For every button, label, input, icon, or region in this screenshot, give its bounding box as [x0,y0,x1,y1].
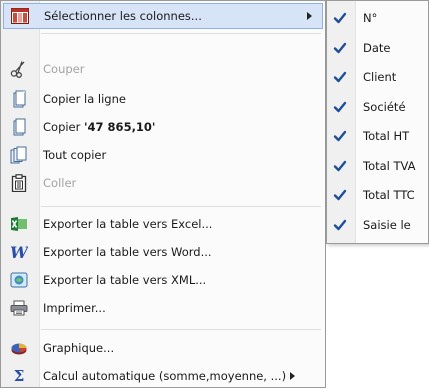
context-menu: Sélectionner les colonnes... Couper Copi… [0,0,326,388]
word-icon: W [9,243,29,261]
copy-icon [9,90,29,108]
columns-icon [10,7,30,25]
menu-item-label: Copier la ligne [43,92,126,106]
submenu-item-label: Total HT [363,129,410,143]
checkmark-icon [333,218,347,232]
checkmark-icon [333,70,347,84]
checkmark-icon [333,188,347,202]
menu-item-cut[interactable]: Couper [1,56,325,82]
menu-item-label: Exporter la table vers Word... [43,245,212,259]
copy-value-text: '47 865,10' [84,120,156,134]
submenu-item-column[interactable]: Total HT [327,123,428,149]
checkmark-icon [333,100,347,114]
menu-item-label: Coller [43,176,77,190]
submenu-item-label: Société [363,99,406,114]
scissors-icon [9,60,29,78]
sigma-icon: Σ [13,367,25,385]
menu-item-chart[interactable]: Graphique... [1,335,325,361]
submenu-item-label: Total TVA [363,158,416,173]
submenu-item-label: Total TTC [363,188,415,202]
menu-item-label: Sélectionner les colonnes... [44,9,202,23]
submenu-arrow-icon [307,12,312,20]
submenu-item-label: Date [363,40,391,55]
copy-all-icon [9,146,29,164]
menu-item-label: Exporter la table vers Excel... [43,217,213,231]
submenu-item-column[interactable]: Date [327,35,428,61]
svg-text:W: W [10,243,28,261]
checkmark-icon [333,129,347,143]
submenu-item-column[interactable]: N° [327,5,428,31]
submenu-arrow-icon [290,372,295,380]
submenu-item-column[interactable]: Total TVA [327,153,428,179]
menu-item-label: Imprimer... [43,301,106,315]
menu-item-label: Exporter la table vers XML... [43,273,207,287]
copy-icon [9,118,29,136]
menu-item-copy-row[interactable]: Copier la ligne [1,86,325,112]
menu-item-select-columns[interactable]: Sélectionner les colonnes... [3,3,323,29]
pie-chart-icon [9,339,29,357]
submenu-item-label: N° [363,11,378,25]
menu-item-paste[interactable]: Coller [1,170,325,196]
printer-icon [9,299,29,317]
menu-item-export-word[interactable]: W Exporter la table vers Word... [1,239,325,265]
menu-item-copy-cell[interactable]: Copier '47 865,10' [1,114,325,140]
submenu-item-label: Saisie le [363,217,411,232]
menu-item-export-xml[interactable]: Exporter la table vers XML... [1,267,325,293]
submenu-item-column[interactable]: Total TTC [327,182,428,208]
checkmark-icon [333,159,347,173]
columns-submenu: N° Date Client Société Total HT Total TVA Tota… [326,0,429,244]
menu-item-export-excel[interactable]: Exporter la table vers Excel... [1,211,325,237]
submenu-item-column[interactable]: Client [327,64,428,90]
menu-item-copy-all[interactable]: Tout copier [1,142,325,168]
menu-item-label: Tout copier [43,148,107,162]
copy-prefix-text: Copier [43,120,85,134]
checkmark-icon [333,41,347,55]
menu-separator [41,329,321,330]
menu-item-label: Copier '47 865,10' [43,114,155,140]
paste-icon [9,174,29,192]
menu-item-auto-calc[interactable]: Σ Calcul automatique (somme,moyenne, ...… [1,363,325,389]
excel-icon [9,215,29,233]
menu-separator [41,33,321,34]
menu-item-print[interactable]: Imprimer... [1,295,325,321]
menu-item-label: Calcul automatique (somme,moyenne, ...) [43,369,287,383]
menu-item-label: Graphique... [43,341,115,355]
menu-item-label: Couper [43,62,85,76]
checkmark-icon [333,11,347,25]
xml-icon [9,271,29,289]
menu-separator [41,206,321,207]
submenu-item-column[interactable]: Saisie le [327,212,428,238]
submenu-item-label: Client [363,70,397,84]
submenu-item-column[interactable]: Société [327,94,428,120]
